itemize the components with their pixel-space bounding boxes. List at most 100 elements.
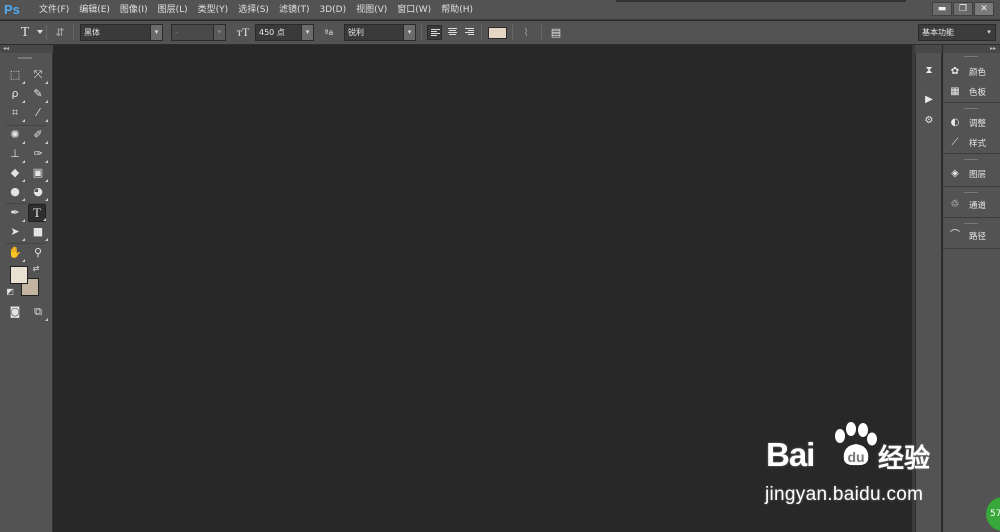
character-panel-icon[interactable]: ▤ (548, 24, 564, 41)
window-controls: ▬ ❐ ✕ (932, 2, 994, 16)
menu-3d[interactable]: 3D(D) (314, 0, 351, 20)
warp-text-icon[interactable]: ⌇ (518, 24, 534, 41)
dock-group-adjust: ◐ 调整 ⟋ 样式 (943, 104, 1000, 154)
screen-mode-icon[interactable]: ⧉ (29, 303, 48, 321)
clone-stamp-tool-icon[interactable]: ⊥ (6, 145, 25, 163)
path-selection-tool-icon[interactable]: ➤ (6, 223, 25, 241)
menu-view[interactable]: 视图(V) (351, 0, 392, 20)
menu-edit[interactable]: 编辑(E) (74, 0, 115, 20)
eraser-tool-icon[interactable]: ◆ (6, 164, 25, 182)
dock-label: 图层 (969, 170, 987, 180)
antialias-select[interactable]: 锐利 ▾ (344, 24, 416, 41)
chevron-down-icon: ▾ (150, 25, 162, 40)
dock-item-swatches[interactable]: ▦ 色板 (947, 83, 999, 101)
lasso-tool-icon[interactable]: ρ (6, 85, 25, 103)
swap-colors-icon[interactable]: ⇄ (30, 263, 42, 275)
menu-bar: Ps 文件(F) 编辑(E) 图像(I) 图层(L) 类型(Y) 选择(S) 滤… (0, 0, 1000, 20)
quick-select-tool-icon[interactable]: ✎ (29, 85, 48, 103)
divider (421, 25, 422, 40)
font-family-select[interactable]: 黑体 ▾ (80, 24, 163, 41)
workspace-value: 基本功能 (922, 28, 954, 37)
menu-help[interactable]: 帮助(H) (436, 0, 478, 20)
properties-panel-icon[interactable]: ⚙ (921, 113, 937, 129)
dock-label: 路径 (969, 232, 987, 242)
align-center-button[interactable] (445, 25, 460, 40)
healing-brush-tool-icon[interactable]: ✺ (6, 126, 25, 144)
menu-image[interactable]: 图像(I) (115, 0, 153, 20)
crop-tool-icon[interactable]: ⌗ (6, 104, 25, 122)
type-tool-icon[interactable]: T (28, 204, 46, 222)
paths-icon: ⌒ (950, 230, 960, 241)
strip-collapse-bar[interactable] (915, 45, 942, 53)
font-size-icon: ᴛT (236, 25, 250, 39)
menu-type[interactable]: 类型(Y) (193, 0, 234, 20)
text-color-swatch[interactable] (488, 27, 507, 39)
align-left-button[interactable] (427, 25, 442, 40)
watermark-brand-cn: 经验 (878, 444, 931, 474)
dock-group-color: ✿ 颜色 ▦ 色板 (943, 53, 1000, 103)
options-bar: T ⇵ 黑体 ▾ - ▾ ᴛT 450 点 ▾ ªa 锐利 ▾ ⌇ ▤ 基本功能… (0, 21, 1000, 45)
foreground-color-swatch[interactable] (10, 266, 28, 284)
rectangle-tool-icon[interactable]: ■ (29, 223, 48, 241)
eyedropper-tool-icon[interactable]: ⁄ (29, 104, 48, 122)
workspace-select[interactable]: 基本功能 ▾ (918, 24, 996, 41)
dock-item-layers[interactable]: ◈ 图层 (947, 165, 999, 183)
brush-tool-icon[interactable]: ✐ (29, 126, 48, 144)
toolbox-collapse-button[interactable]: ◂◂ (0, 45, 53, 53)
close-button[interactable]: ✕ (974, 2, 994, 16)
divider (512, 25, 513, 40)
marquee-tool-icon[interactable]: ⬚ (6, 66, 25, 84)
actions-panel-icon[interactable]: ▶ (921, 92, 937, 108)
dock-item-adjustments[interactable]: ◐ 调整 (947, 114, 999, 132)
dock-item-color[interactable]: ✿ 颜色 (947, 63, 999, 81)
gradient-tool-icon[interactable]: ▣ (29, 164, 48, 182)
chevron-down-icon: ▾ (301, 25, 313, 40)
history-brush-tool-icon[interactable]: ✑ (29, 145, 48, 163)
antialias-value: 锐利 (348, 28, 364, 37)
baidu-watermark: du Bai 经验 jingyan.baidu.com (760, 422, 960, 512)
text-tool-preset-icon[interactable]: T (14, 24, 36, 41)
dodge-tool-icon[interactable]: ◕ (29, 183, 48, 201)
dock-label: 通道 (969, 201, 987, 211)
default-colors-icon[interactable]: ◩ (5, 287, 15, 297)
font-family-value: 黑体 (84, 28, 100, 37)
menu-items: 文件(F) 编辑(E) 图像(I) 图层(L) 类型(Y) 选择(S) 滤镜(T… (34, 0, 478, 20)
baidu-paw-logo: du (835, 422, 877, 466)
hand-tool-icon[interactable]: ✋ (6, 244, 25, 262)
font-style-select[interactable]: - ▾ (171, 24, 226, 41)
tool-preset-dropdown-icon[interactable] (37, 30, 43, 34)
divider (541, 25, 542, 40)
pen-tool-icon[interactable]: ✒ (6, 204, 25, 222)
quick-mask-icon[interactable]: ◙ (6, 303, 24, 321)
title-strip (616, 0, 906, 2)
dock-label: 色板 (969, 88, 987, 98)
dock-collapse-button[interactable]: ▸▸ (943, 45, 1000, 53)
toolbox: ⬚ ⤧ ρ ✎ ⌗ ⁄ ✺ ✐ ⊥ ✑ ◆ ▣ ● ◕ ✒ T ➤ ■ ✋ ⚲ … (0, 53, 53, 532)
divider (73, 25, 74, 40)
watermark-url: jingyan.baidu.com (765, 484, 924, 505)
text-orientation-icon[interactable]: ⇵ (52, 24, 68, 41)
move-tool-icon[interactable]: ⤧ (29, 66, 48, 84)
antialias-icon: ªa (324, 28, 334, 37)
font-size-select[interactable]: 450 点 ▾ (255, 24, 314, 41)
chevron-down-icon: ▾ (213, 25, 225, 40)
menu-window[interactable]: 窗口(W) (392, 0, 436, 20)
dock-item-channels[interactable]: ♲ 通道 (947, 196, 999, 214)
dock-group-channels: ♲ 通道 (943, 188, 1000, 218)
zoom-tool-icon[interactable]: ⚲ (29, 244, 47, 262)
menu-filter[interactable]: 滤镜(T) (274, 0, 315, 20)
history-panel-icon[interactable]: ⧗ (921, 63, 937, 79)
restore-button[interactable]: ❐ (953, 2, 973, 16)
dock-item-styles[interactable]: ⟋ 样式 (947, 134, 999, 152)
menu-file[interactable]: 文件(F) (34, 0, 74, 20)
dock-group-paths: ⌒ 路径 (943, 219, 1000, 249)
toolbox-grip[interactable] (18, 57, 32, 59)
watermark-brand: Bai (766, 436, 815, 473)
dock-item-paths[interactable]: ⌒ 路径 (947, 227, 999, 245)
menu-select[interactable]: 选择(S) (233, 0, 274, 20)
font-size-value: 450 点 (259, 28, 285, 37)
minimize-button[interactable]: ▬ (932, 2, 952, 16)
menu-layer[interactable]: 图层(L) (153, 0, 193, 20)
align-right-button[interactable] (462, 25, 477, 40)
blur-tool-icon[interactable]: ● (6, 183, 25, 201)
